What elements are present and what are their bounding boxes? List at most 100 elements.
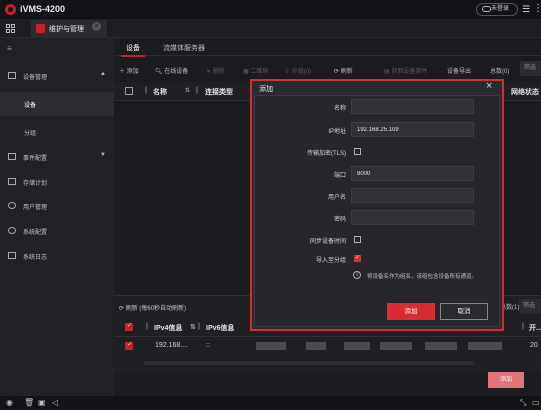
sidebar-item-label: 用户管理 (23, 205, 48, 211)
active-tab-indicator (121, 55, 145, 57)
sidebar-item-label: 设备 (24, 103, 37, 109)
password-field[interactable] (351, 210, 474, 225)
import-group-label: 导入至分组 (315, 258, 346, 264)
tls-checkbox[interactable] (354, 148, 361, 155)
speaker-icon[interactable]: ◁ (52, 398, 58, 407)
info-icon: i (353, 271, 361, 279)
sidebar-item-label: 分组 (24, 131, 37, 137)
sidebar-item-user-management[interactable]: 用户管理 (0, 195, 114, 217)
tab-stream-server[interactable]: 流媒体服务器 (163, 43, 205, 53)
storage-icon (8, 178, 16, 185)
redacted-cell (425, 342, 457, 350)
export-button[interactable]: 设备导出 (447, 66, 471, 75)
column-divider: | (196, 87, 198, 94)
total-count: 总数(0) (490, 69, 510, 75)
qrcode-button[interactable]: ▦ 二维码 (243, 66, 268, 75)
tab-device[interactable]: 设备 (126, 43, 140, 53)
upgrade-button[interactable]: ⇧ 升级(0) (285, 66, 311, 75)
tab-close-icon[interactable]: × (92, 22, 101, 31)
row-ipv6: :: (206, 342, 210, 349)
title-bar (0, 0, 541, 19)
tab-maintenance-label: 维护与管理 (49, 26, 84, 33)
sidebar-item-system-config[interactable]: 系统配置 (0, 220, 114, 242)
chevron-up-icon: ▲ (100, 71, 106, 77)
column-ipv6[interactable]: IPv6信息 (206, 323, 234, 333)
sort-icon[interactable]: ⇅ (185, 87, 190, 94)
column-connection-type[interactable]: 连接类型 (205, 87, 233, 97)
ip-address-field[interactable] (351, 122, 474, 137)
sort-icon[interactable]: ⇅ (190, 323, 196, 331)
sidebar-item-device-management[interactable]: 设备管理 ▲ (0, 65, 114, 87)
close-icon[interactable]: × (486, 80, 492, 92)
gear-icon (8, 227, 16, 234)
filter-button[interactable]: 筛选 (520, 61, 541, 76)
row-port: 20 (530, 342, 538, 349)
sidebar-item-group[interactable]: 分组 (0, 120, 114, 144)
dialog-title: 添加 (259, 86, 273, 93)
horizontal-scrollbar[interactable] (144, 361, 474, 365)
auto-refresh-button[interactable]: ⟳ 刷新 (每60秒自动刷新) (119, 303, 186, 312)
sidebar-item-label: 事件配置 (23, 156, 48, 162)
auto-refresh-label: 刷新 (每60秒自动刷新) (125, 306, 187, 312)
alarm-icon[interactable]: ◉ (6, 398, 13, 407)
username-field[interactable] (351, 188, 474, 203)
dialog-add-button[interactable]: 添加 (387, 303, 435, 320)
online-filter-button[interactable]: 筛选 (519, 299, 541, 314)
row-ipv4: 192.168.... (155, 342, 189, 349)
delete-button[interactable]: ✕ 删除 (206, 66, 225, 75)
sidebar-item-storage-schedule[interactable]: 存储计划 (0, 171, 114, 193)
password-label: 密码 (333, 217, 346, 223)
column-network-status[interactable]: 网络状态 (511, 87, 539, 97)
username-label: 用户名 (327, 195, 346, 201)
menu-icon[interactable]: ☰ (522, 4, 530, 15)
sidebar-item-label: 设备管理 (23, 75, 48, 81)
ip-label: IP地址 (328, 129, 346, 135)
refresh-label: 刷新 (340, 69, 353, 75)
online-devices-label: 在线设备 (164, 69, 189, 75)
monitor-icon[interactable]: ▣ (38, 398, 46, 407)
redacted-cell (380, 342, 412, 350)
pin-icon[interactable]: ▭ (532, 398, 540, 407)
column-divider: | (146, 323, 148, 330)
chevron-down-icon: ▼ (100, 152, 106, 158)
sidebar-item-event-config[interactable]: 事件配置 ▼ (0, 146, 114, 168)
import-group-checkbox[interactable] (354, 254, 361, 262)
collapse-sidebar-icon[interactable]: ≡ (7, 44, 12, 53)
sidebar-item-system-log[interactable]: 系统日志 (0, 245, 114, 267)
log-icon (8, 252, 16, 259)
import-group-hint: 将设备名作为组名，该组包含设备所有通道。 (367, 274, 478, 280)
row-checkbox[interactable] (125, 341, 133, 350)
column-port[interactable]: 开... (529, 323, 541, 333)
trash-icon[interactable]: 🗑︎ (24, 398, 34, 407)
sync-time-label: 同步设备时间 (309, 239, 346, 245)
dialog-cancel-button[interactable]: 取消 (440, 303, 488, 320)
sidebar-item-device[interactable]: 设备 (0, 92, 114, 116)
add-selected-button[interactable]: 添加 (488, 372, 524, 388)
redacted-cell (256, 342, 286, 350)
redacted-cell (306, 342, 326, 350)
name-label: 名称 (333, 106, 346, 112)
refresh-button[interactable]: ⟳ 刷新 (334, 66, 353, 75)
online-devices-button[interactable]: 🔍︎ 在线设备 (155, 66, 188, 75)
qrcode-label: 二维码 (250, 69, 269, 75)
column-ipv4[interactable]: IPv4信息 (154, 323, 182, 333)
sidebar-item-label: 系统配置 (23, 230, 48, 236)
port-field[interactable] (351, 166, 474, 181)
app-title: iVMS-4200 (20, 4, 66, 14)
redacted-cell (468, 342, 502, 350)
add-button[interactable]: ＋ 添加 (119, 66, 139, 75)
sync-time-checkbox[interactable] (354, 236, 361, 243)
online-select-all-checkbox[interactable] (125, 322, 133, 331)
get-events-button[interactable]: ▤ 获取设备事件 (384, 66, 427, 75)
name-field[interactable] (351, 99, 474, 114)
user-icon (8, 202, 16, 209)
cloud-login-button[interactable]: 未登录 (476, 3, 518, 16)
column-name[interactable]: 名称 (153, 87, 167, 97)
tls-label: 传输加密(TLS) (306, 151, 346, 157)
window-menu-icon[interactable]: ⋮ (533, 3, 541, 14)
expand-icon[interactable]: ⤡ (520, 398, 526, 408)
grid-icon[interactable] (6, 24, 15, 33)
select-all-checkbox[interactable] (125, 87, 133, 95)
column-divider: | (522, 323, 524, 330)
event-config-icon (8, 153, 16, 160)
